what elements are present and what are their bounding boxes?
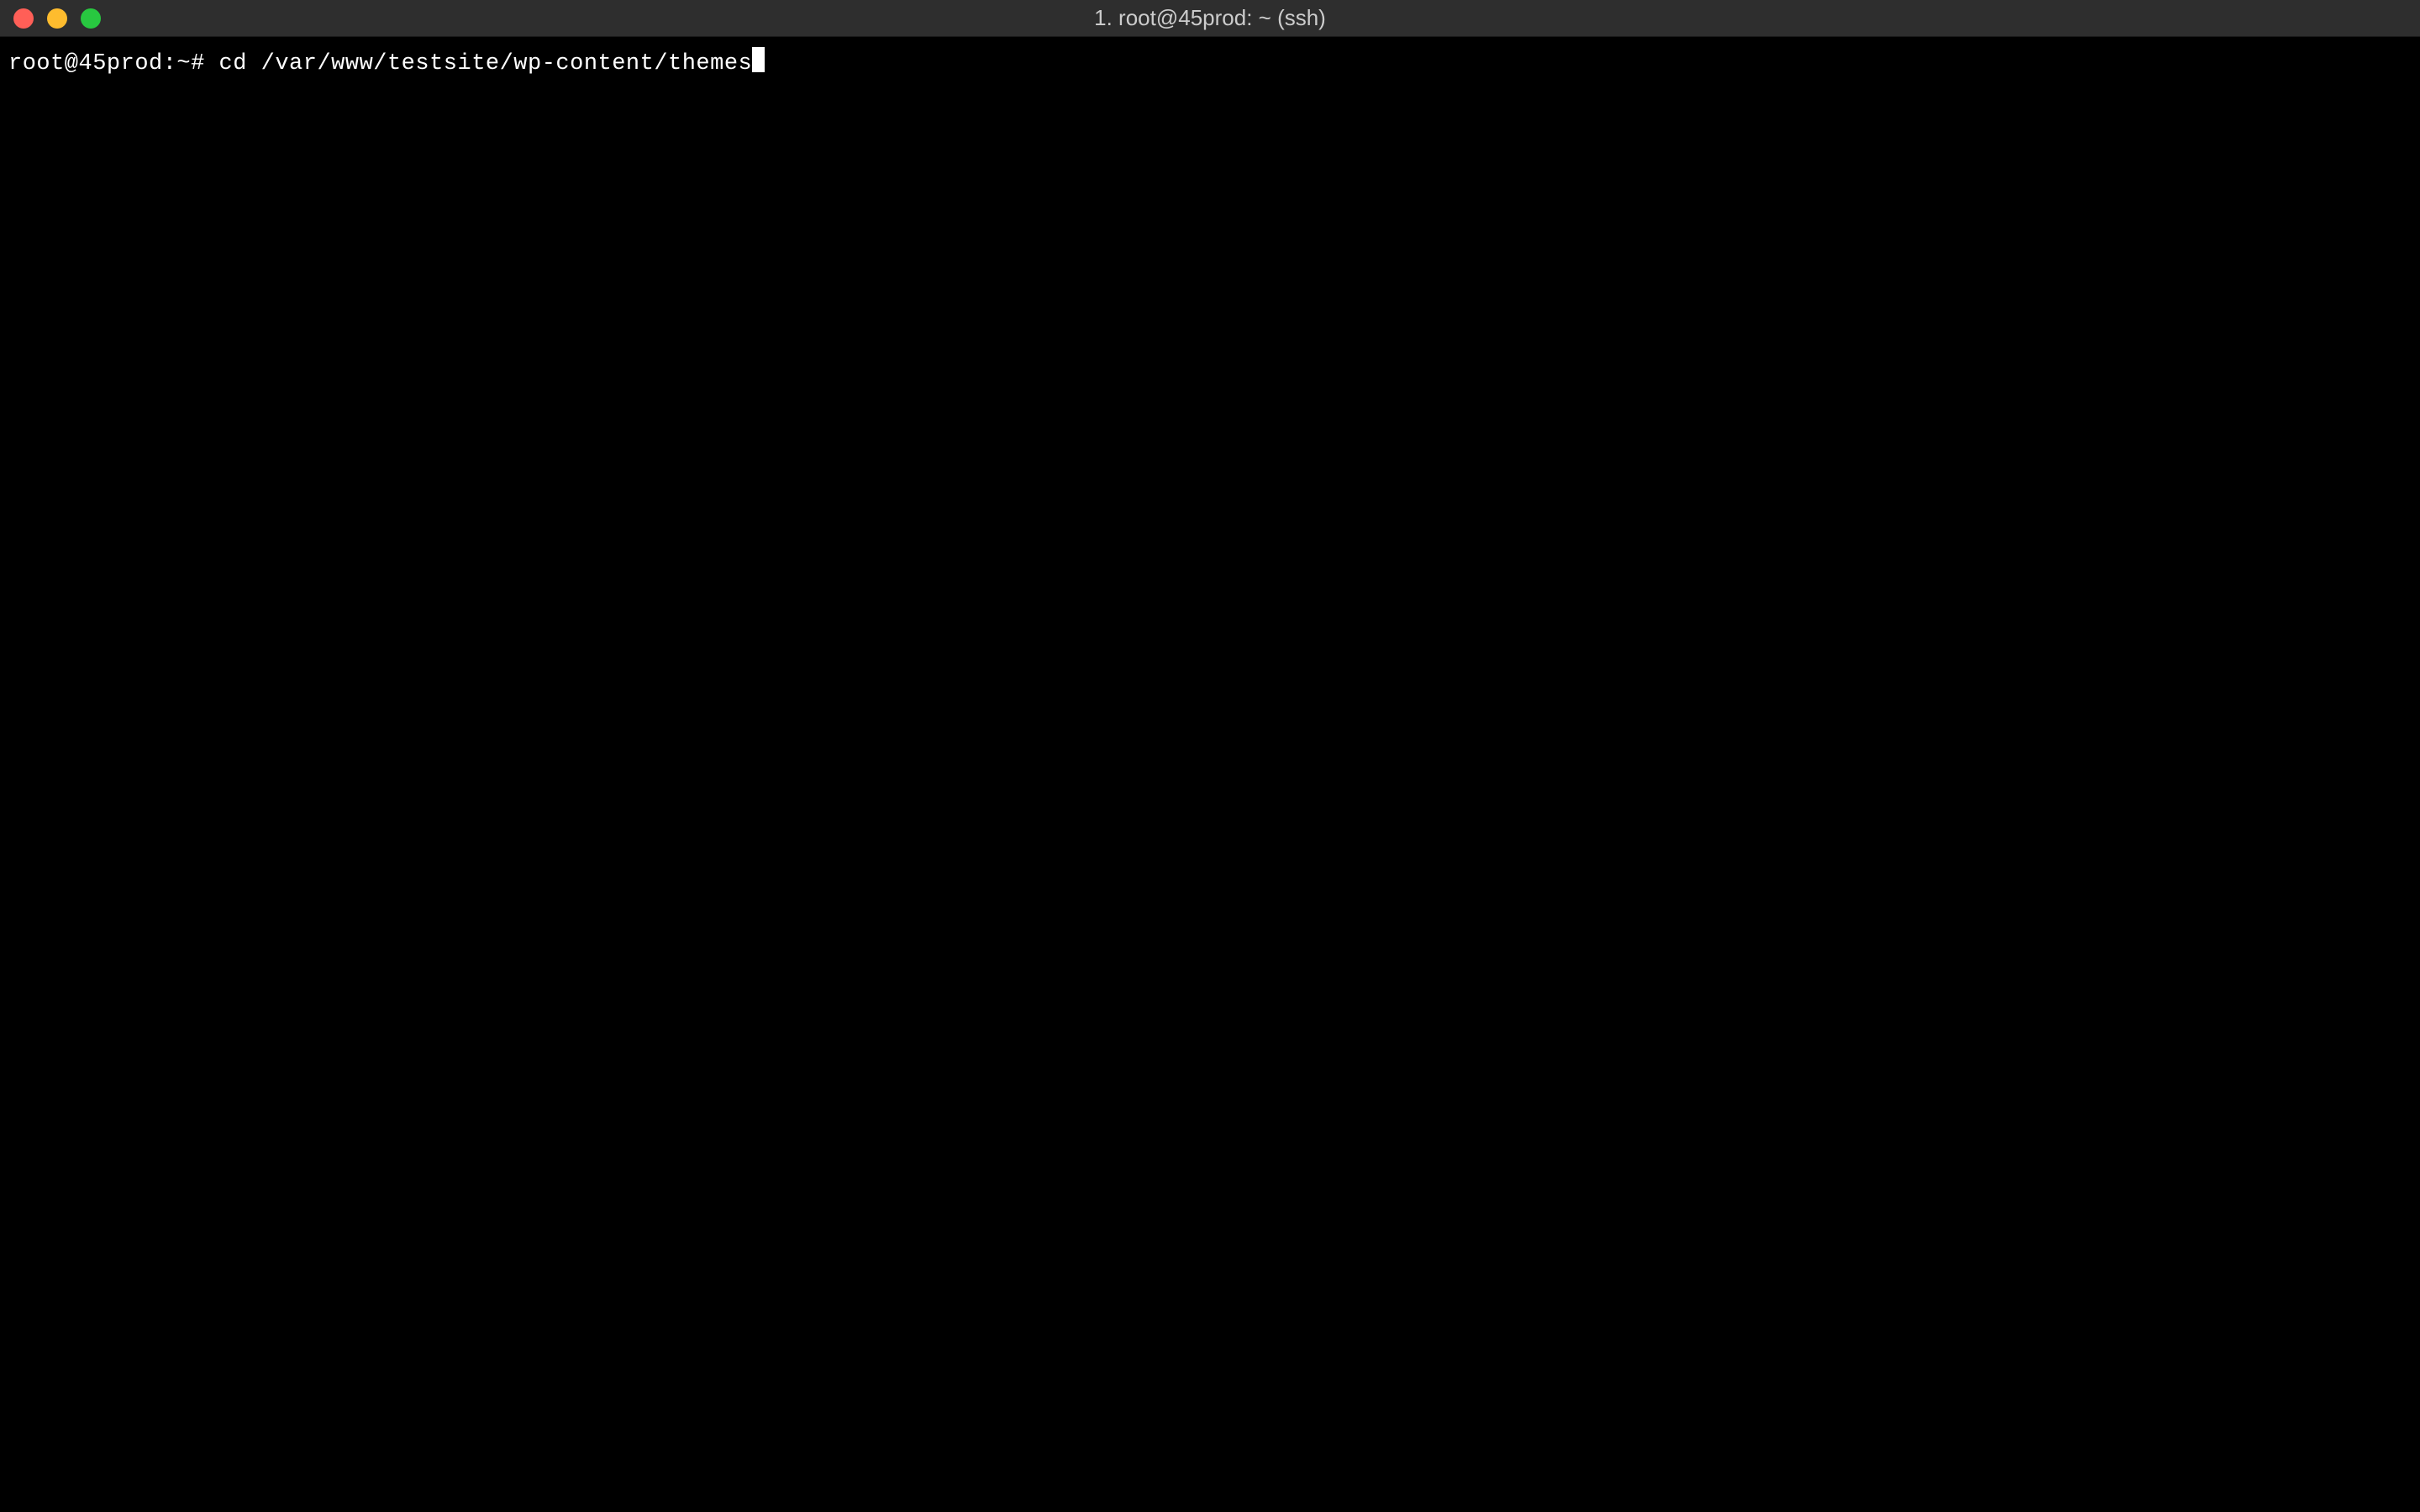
close-button[interactable] — [13, 8, 34, 29]
terminal-window: 1. root@45prod: ~ (ssh) root@45prod:~# c… — [0, 0, 2420, 1512]
maximize-button[interactable] — [81, 8, 101, 29]
window-controls — [0, 8, 101, 29]
window-title: 1. root@45prod: ~ (ssh) — [1094, 5, 1326, 31]
terminal-viewport[interactable]: root@45prod:~# cd /var/www/testsite/wp-c… — [0, 37, 2420, 1512]
cursor-icon — [752, 47, 765, 72]
command-input[interactable]: cd /var/www/testsite/wp-content/themes — [219, 50, 753, 79]
terminal-line: root@45prod:~# cd /var/www/testsite/wp-c… — [8, 44, 2412, 79]
shell-prompt: root@45prod:~# — [8, 50, 205, 79]
window-titlebar: 1. root@45prod: ~ (ssh) — [0, 0, 2420, 37]
minimize-button[interactable] — [47, 8, 67, 29]
